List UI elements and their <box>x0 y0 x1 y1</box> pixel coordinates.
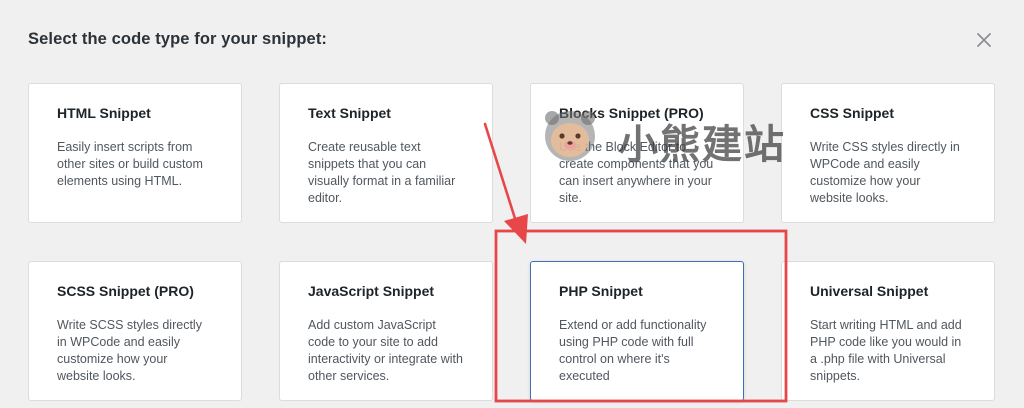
card-title: Blocks Snippet (PRO) <box>559 105 704 121</box>
card-title: SCSS Snippet (PRO) <box>57 283 194 299</box>
card-title: JavaScript Snippet <box>308 283 435 299</box>
card-title: HTML Snippet <box>57 105 151 121</box>
card-description: Write SCSS styles directly in WPCode and… <box>57 318 202 383</box>
card-title: Text Snippet <box>308 105 391 121</box>
text-snippet-card[interactable]: Text Snippet Create reusable text snippe… <box>279 83 493 223</box>
card-title: CSS Snippet <box>810 105 895 121</box>
card-description: Create reusable text snippets that you c… <box>308 140 456 205</box>
card-title: PHP Snippet <box>559 283 643 299</box>
card-title: Universal Snippet <box>810 283 929 299</box>
close-icon <box>977 33 991 47</box>
scss-snippet-card[interactable]: SCSS Snippet (PRO) Write SCSS styles dir… <box>28 261 242 401</box>
card-description: Add custom JavaScript code to your site … <box>308 318 463 383</box>
blocks-snippet-card[interactable]: Blocks Snippet (PRO) Use the Block Edito… <box>530 83 744 223</box>
card-description: Use the Block Editor to create component… <box>559 140 714 205</box>
card-description: Extend or add functionality using PHP co… <box>559 318 707 383</box>
html-snippet-card[interactable]: HTML Snippet Easily insert scripts from … <box>28 83 242 223</box>
javascript-snippet-card[interactable]: JavaScript Snippet Add custom JavaScript… <box>279 261 493 401</box>
php-snippet-card[interactable]: PHP Snippet Extend or add functionality … <box>530 261 744 401</box>
close-button[interactable] <box>972 28 996 52</box>
card-description: Easily insert scripts from other sites o… <box>57 140 203 188</box>
card-description: Start writing HTML and add PHP code like… <box>810 318 962 383</box>
css-snippet-card[interactable]: CSS Snippet Write CSS styles directly in… <box>781 83 995 223</box>
card-description: Write CSS styles directly in WPCode and … <box>810 140 960 205</box>
universal-snippet-card[interactable]: Universal Snippet Start writing HTML and… <box>781 261 995 401</box>
dialog-title: Select the code type for your snippet: <box>28 30 328 48</box>
